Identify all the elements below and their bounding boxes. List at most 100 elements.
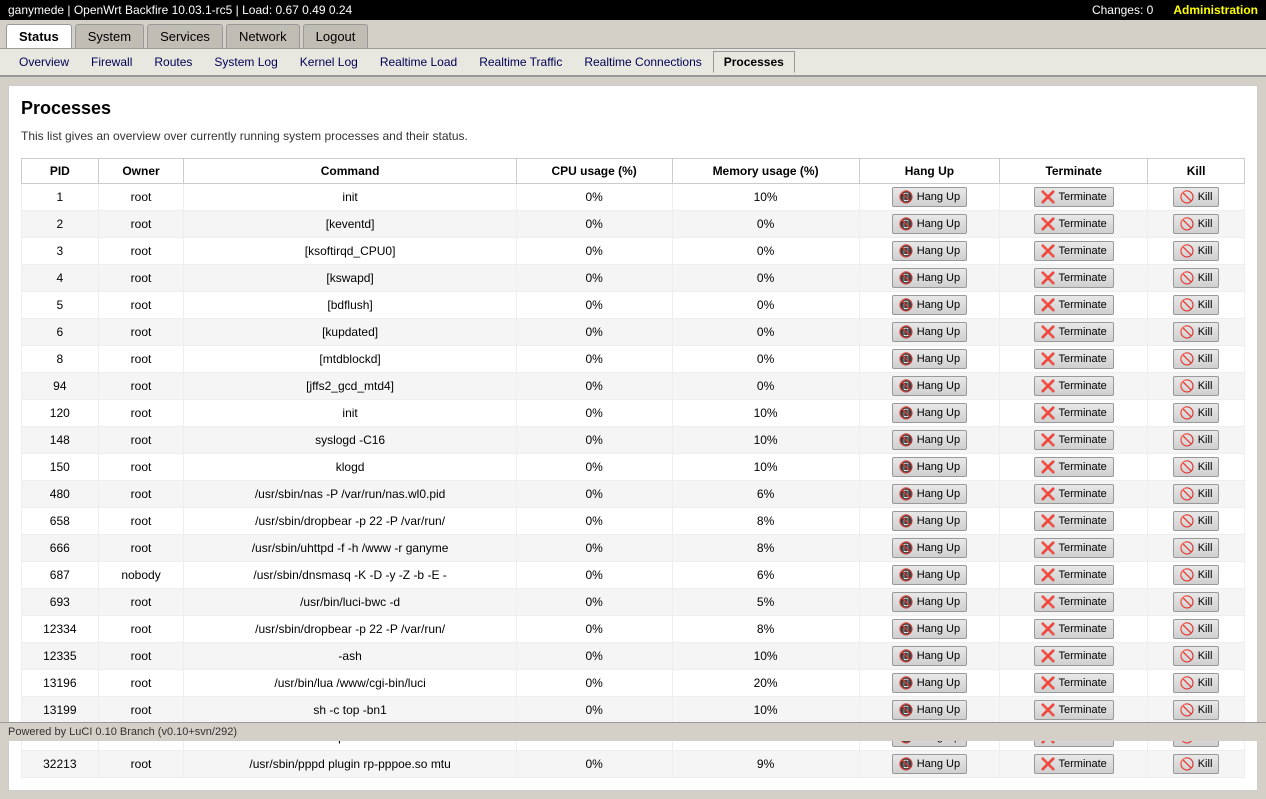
cell-command: [kupdated] bbox=[184, 319, 516, 346]
cell-command: klogd bbox=[184, 454, 516, 481]
kill-button[interactable]: 🚫Kill bbox=[1173, 322, 1220, 342]
kill-button[interactable]: 🚫Kill bbox=[1173, 592, 1220, 612]
nav-tab-services[interactable]: Services bbox=[147, 24, 223, 48]
kill-button[interactable]: 🚫Kill bbox=[1173, 187, 1220, 207]
subnav-tab-overview[interactable]: Overview bbox=[8, 51, 80, 73]
cell-terminate: ❌Terminate bbox=[1000, 400, 1148, 427]
terminate-button[interactable]: ❌Terminate bbox=[1034, 268, 1114, 288]
terminate-button[interactable]: ❌Terminate bbox=[1034, 430, 1114, 450]
kill-button[interactable]: 🚫Kill bbox=[1173, 484, 1220, 504]
terminate-button[interactable]: ❌Terminate bbox=[1034, 295, 1114, 315]
terminate-button[interactable]: ❌Terminate bbox=[1034, 457, 1114, 477]
cell-cpu: 0% bbox=[516, 589, 672, 616]
terminate-button[interactable]: ❌Terminate bbox=[1034, 241, 1114, 261]
hangup-button[interactable]: 📵Hang Up bbox=[892, 376, 967, 396]
kill-button[interactable]: 🚫Kill bbox=[1173, 349, 1220, 369]
kill-button[interactable]: 🚫Kill bbox=[1173, 295, 1220, 315]
kill-button[interactable]: 🚫Kill bbox=[1173, 457, 1220, 477]
hangup-button[interactable]: 📵Hang Up bbox=[892, 187, 967, 207]
hangup-button[interactable]: 📵Hang Up bbox=[892, 241, 967, 261]
nav-tab-status[interactable]: Status bbox=[6, 24, 72, 48]
kill-button[interactable]: 🚫Kill bbox=[1173, 673, 1220, 693]
nav-tab-system[interactable]: System bbox=[75, 24, 144, 48]
kill-button[interactable]: 🚫Kill bbox=[1173, 214, 1220, 234]
cell-pid: 693 bbox=[22, 589, 99, 616]
cell-owner: root bbox=[98, 535, 184, 562]
terminate-button[interactable]: ❌Terminate bbox=[1034, 619, 1114, 639]
terminate-button[interactable]: ❌Terminate bbox=[1034, 646, 1114, 666]
terminate-button[interactable]: ❌Terminate bbox=[1034, 754, 1114, 774]
kill-icon: 🚫 bbox=[1180, 649, 1195, 663]
kill-button[interactable]: 🚫Kill bbox=[1173, 430, 1220, 450]
cell-command: /usr/bin/luci-bwc -d bbox=[184, 589, 516, 616]
table-row: 94root[jffs2_gcd_mtd4]0%0%📵Hang Up❌Termi… bbox=[22, 373, 1245, 400]
hangup-button[interactable]: 📵Hang Up bbox=[892, 673, 967, 693]
terminate-button[interactable]: ❌Terminate bbox=[1034, 538, 1114, 558]
terminate-icon: ❌ bbox=[1041, 757, 1056, 771]
hangup-button[interactable]: 📵Hang Up bbox=[892, 484, 967, 504]
hangup-button[interactable]: 📵Hang Up bbox=[892, 646, 967, 666]
cell-owner: root bbox=[98, 319, 184, 346]
subnav-tab-system-log[interactable]: System Log bbox=[203, 51, 288, 73]
kill-button[interactable]: 🚫Kill bbox=[1173, 754, 1220, 774]
terminate-button[interactable]: ❌Terminate bbox=[1034, 511, 1114, 531]
terminate-button[interactable]: ❌Terminate bbox=[1034, 484, 1114, 504]
kill-button[interactable]: 🚫Kill bbox=[1173, 538, 1220, 558]
hangup-button[interactable]: 📵Hang Up bbox=[892, 349, 967, 369]
terminate-button[interactable]: ❌Terminate bbox=[1034, 214, 1114, 234]
cell-pid: 13199 bbox=[22, 697, 99, 724]
kill-icon: 🚫 bbox=[1180, 244, 1195, 258]
hangup-button[interactable]: 📵Hang Up bbox=[892, 565, 967, 585]
terminate-button[interactable]: ❌Terminate bbox=[1034, 349, 1114, 369]
terminate-button[interactable]: ❌Terminate bbox=[1034, 592, 1114, 612]
subnav-tab-routes[interactable]: Routes bbox=[143, 51, 203, 73]
cell-terminate: ❌Terminate bbox=[1000, 616, 1148, 643]
subnav-tab-realtime-load[interactable]: Realtime Load bbox=[369, 51, 468, 73]
hangup-button[interactable]: 📵Hang Up bbox=[892, 322, 967, 342]
kill-button[interactable]: 🚫Kill bbox=[1173, 511, 1220, 531]
subnav-tab-kernel-log[interactable]: Kernel Log bbox=[289, 51, 369, 73]
kill-button[interactable]: 🚫Kill bbox=[1173, 241, 1220, 261]
kill-button[interactable]: 🚫Kill bbox=[1173, 376, 1220, 396]
subnav-tab-firewall[interactable]: Firewall bbox=[80, 51, 143, 73]
hangup-button[interactable]: 📵Hang Up bbox=[892, 592, 967, 612]
kill-button[interactable]: 🚫Kill bbox=[1173, 700, 1220, 720]
hangup-button[interactable]: 📵Hang Up bbox=[892, 430, 967, 450]
nav-tab-logout[interactable]: Logout bbox=[303, 24, 369, 48]
hangup-icon: 📵 bbox=[899, 460, 914, 474]
terminate-button[interactable]: ❌Terminate bbox=[1034, 673, 1114, 693]
kill-button[interactable]: 🚫Kill bbox=[1173, 565, 1220, 585]
terminate-button[interactable]: ❌Terminate bbox=[1034, 376, 1114, 396]
kill-button[interactable]: 🚫Kill bbox=[1173, 646, 1220, 666]
hangup-button[interactable]: 📵Hang Up bbox=[892, 295, 967, 315]
terminate-button[interactable]: ❌Terminate bbox=[1034, 565, 1114, 585]
hangup-button[interactable]: 📵Hang Up bbox=[892, 457, 967, 477]
cell-hangup: 📵Hang Up bbox=[859, 265, 1000, 292]
kill-button[interactable]: 🚫Kill bbox=[1173, 403, 1220, 423]
col-header-cpu-usage----: CPU usage (%) bbox=[516, 159, 672, 184]
terminate-button[interactable]: ❌Terminate bbox=[1034, 187, 1114, 207]
kill-button[interactable]: 🚫Kill bbox=[1173, 268, 1220, 288]
terminate-button[interactable]: ❌Terminate bbox=[1034, 403, 1114, 423]
subnav-tab-processes[interactable]: Processes bbox=[713, 51, 795, 73]
cell-command: /usr/sbin/nas -P /var/run/nas.wl0.pid bbox=[184, 481, 516, 508]
nav-tab-network[interactable]: Network bbox=[226, 24, 300, 48]
terminate-button[interactable]: ❌Terminate bbox=[1034, 322, 1114, 342]
hangup-button[interactable]: 📵Hang Up bbox=[892, 700, 967, 720]
hangup-button[interactable]: 📵Hang Up bbox=[892, 754, 967, 774]
kill-button[interactable]: 🚫Kill bbox=[1173, 619, 1220, 639]
subnav-tab-realtime-connections[interactable]: Realtime Connections bbox=[573, 51, 712, 73]
hangup-button[interactable]: 📵Hang Up bbox=[892, 214, 967, 234]
hangup-button[interactable]: 📵Hang Up bbox=[892, 403, 967, 423]
admin-link[interactable]: Administration bbox=[1173, 3, 1258, 17]
hangup-button[interactable]: 📵Hang Up bbox=[892, 619, 967, 639]
hangup-icon: 📵 bbox=[899, 406, 914, 420]
table-row: 32213root/usr/sbin/pppd plugin rp-pppoe.… bbox=[22, 751, 1245, 778]
hangup-button[interactable]: 📵Hang Up bbox=[892, 538, 967, 558]
subnav-tab-realtime-traffic[interactable]: Realtime Traffic bbox=[468, 51, 573, 73]
hangup-button[interactable]: 📵Hang Up bbox=[892, 268, 967, 288]
hangup-button[interactable]: 📵Hang Up bbox=[892, 511, 967, 531]
terminate-button[interactable]: ❌Terminate bbox=[1034, 700, 1114, 720]
cell-pid: 658 bbox=[22, 508, 99, 535]
table-row: 480root/usr/sbin/nas -P /var/run/nas.wl0… bbox=[22, 481, 1245, 508]
